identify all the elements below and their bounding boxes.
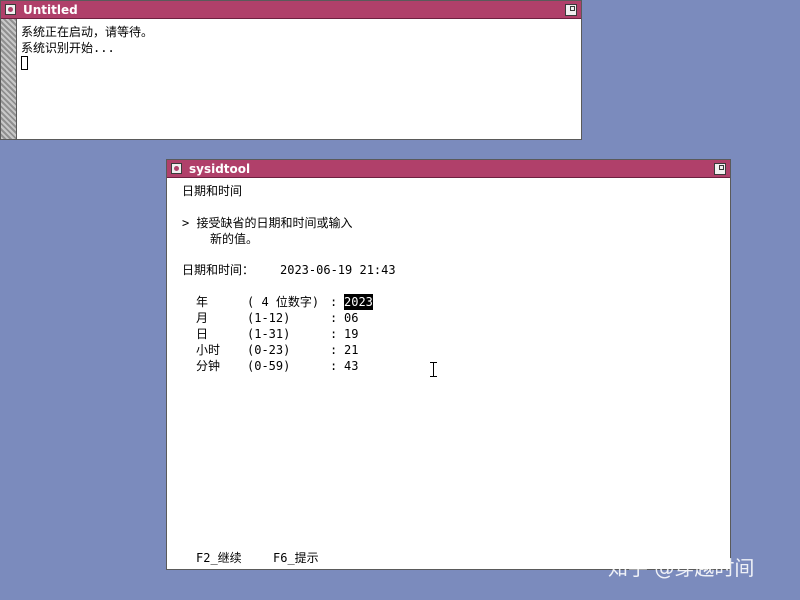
instruction-line: 新的值。 [210, 232, 259, 246]
field-separator: : [330, 343, 338, 357]
field-label-hour: 小时 [196, 343, 221, 357]
instruction-line: > 接受缺省的日期和时间或输入 [182, 216, 353, 230]
sysidtool-titlebar[interactable]: sysidtool [167, 160, 730, 178]
hour-input[interactable]: 21 [344, 342, 358, 358]
f2-continue-key[interactable]: F2_继续 [196, 550, 242, 566]
ibeam-cursor-icon [430, 362, 437, 377]
year-input[interactable]: 2023 [344, 294, 373, 310]
field-range-day: (1-31) [247, 327, 291, 341]
minute-input[interactable]: 43 [344, 358, 358, 374]
field-separator: : [330, 327, 338, 341]
field-separator: : [330, 295, 338, 309]
untitled-titlebar[interactable]: Untitled [1, 1, 581, 19]
section-heading: 日期和时间 [182, 184, 243, 198]
console-line: 系统正在启动，请等待。 [21, 25, 154, 39]
window-resize-icon[interactable] [714, 163, 726, 175]
text-cursor-icon [21, 56, 28, 70]
untitled-console-window: Untitled 系统正在启动，请等待。 系统识别开始... [0, 0, 582, 140]
console-output[interactable]: 系统正在启动，请等待。 系统识别开始... [21, 24, 577, 72]
window-title: sysidtool [189, 162, 251, 176]
window-menu-icon[interactable] [171, 163, 182, 174]
datetime-label: 日期和时间： [182, 263, 255, 277]
field-range-year: ( 4 位数字) [247, 295, 320, 309]
field-label-year: 年 [196, 295, 209, 309]
watermark-text: 知乎 @穿越时间 [608, 556, 755, 580]
console-line: 系统识别开始... [21, 41, 115, 55]
datetime-value: 2023-06-19 21:43 [280, 263, 396, 277]
day-input[interactable]: 19 [344, 326, 358, 342]
field-label-minute: 分钟 [196, 359, 221, 373]
field-separator: : [330, 311, 338, 325]
field-range-hour: (0-23) [247, 343, 291, 357]
window-resize-icon[interactable] [565, 4, 577, 16]
f6-help-key[interactable]: F6_提示 [273, 550, 319, 566]
field-range-minute: (0-59) [247, 359, 291, 373]
field-range-month: (1-12) [247, 311, 291, 325]
field-separator: : [330, 359, 338, 373]
field-label-month: 月 [196, 311, 209, 325]
field-label-day: 日 [196, 327, 209, 341]
sysidtool-window: sysidtool 日期和时间 > 接受缺省的日期和时间或输入 新的值。 日期和… [166, 159, 731, 570]
window-scrollbar[interactable] [1, 19, 17, 139]
window-menu-icon[interactable] [5, 4, 16, 15]
window-title: Untitled [23, 3, 78, 17]
month-input[interactable]: 06 [344, 310, 358, 326]
